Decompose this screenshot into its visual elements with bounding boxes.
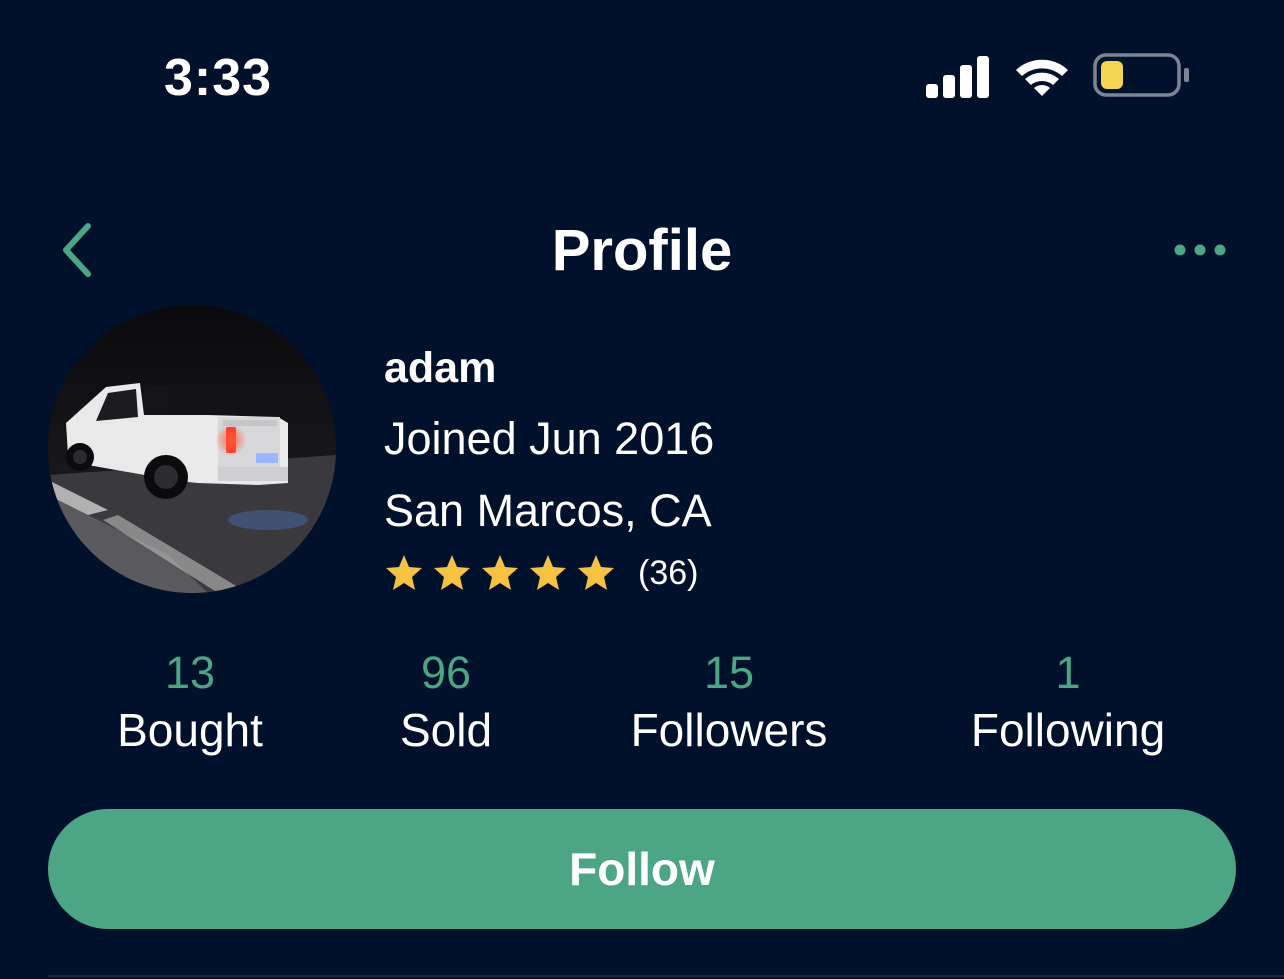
stat-value: 15	[703, 647, 755, 698]
location: San Marcos, CA	[384, 485, 712, 536]
more-options-button[interactable]	[1166, 228, 1236, 272]
star-icon	[482, 555, 518, 590]
joined-date: Joined Jun 2016	[384, 413, 715, 464]
stat-label: Following	[970, 704, 1166, 756]
profile-info: adam Joined Jun 2016 San Marcos, CA	[384, 340, 714, 540]
stat-label: Sold	[399, 704, 493, 756]
battery-low-icon	[1093, 53, 1189, 97]
star-icon	[530, 555, 566, 590]
status-time: 3:33	[164, 49, 273, 107]
stat-label: Bought	[117, 704, 263, 756]
follow-button[interactable]: Follow	[48, 809, 1236, 929]
profile-screen: 3:33 Profile adam Joined Jun 2016 San Ma…	[0, 0, 1284, 979]
wifi-icon	[1016, 59, 1068, 96]
avatar-photo	[48, 305, 336, 593]
star-icon	[386, 555, 422, 590]
stat-sold[interactable]: 96 Sold	[346, 646, 546, 760]
rating[interactable]: (36)	[384, 548, 698, 598]
stat-value: 96	[420, 647, 472, 698]
cellular-signal-icon	[926, 56, 989, 98]
status-icons	[924, 52, 1194, 100]
rating-stars	[384, 553, 624, 593]
stat-followers[interactable]: 15 Followers	[604, 646, 854, 760]
stat-bought[interactable]: 13 Bought	[90, 646, 290, 760]
star-icon	[434, 555, 470, 590]
avatar[interactable]	[48, 305, 336, 593]
stat-label: Followers	[630, 704, 828, 756]
profile-name: adam	[384, 344, 497, 392]
ellipsis-icon	[1174, 244, 1226, 256]
star-icon	[578, 555, 614, 590]
stat-following[interactable]: 1 Following	[940, 646, 1196, 760]
stat-value: 13	[164, 647, 216, 698]
stat-value: 1	[1055, 647, 1081, 698]
divider	[48, 975, 1284, 977]
rating-count: (36)	[638, 554, 699, 592]
page-title: Profile	[551, 218, 733, 283]
